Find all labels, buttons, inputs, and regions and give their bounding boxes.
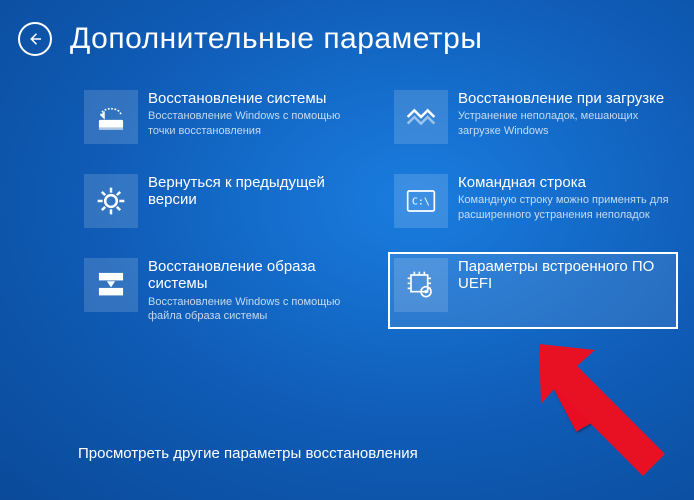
svg-text:C:\: C:\	[412, 196, 430, 207]
repair-icon	[394, 90, 448, 144]
tile-startup-repair[interactable]: Восстановление при загрузке Устранение н…	[388, 84, 678, 150]
tile-command-prompt[interactable]: C:\ Командная строка Командную строку мо…	[388, 168, 678, 234]
back-button[interactable]	[18, 22, 52, 56]
tile-uefi-settings[interactable]: Параметры встроенного ПО UEFI	[388, 252, 678, 329]
tile-title: Восстановление при загрузке	[458, 90, 670, 107]
tile-title: Параметры встроенного ПО UEFI	[458, 258, 670, 293]
page-title: Дополнительные параметры	[70, 22, 482, 56]
options-grid: Восстановление системы Восстановление Wi…	[0, 56, 694, 329]
disk-image-icon	[84, 258, 138, 312]
terminal-icon: C:\	[394, 174, 448, 228]
tile-system-restore[interactable]: Восстановление системы Восстановление Wi…	[78, 84, 368, 150]
tile-title: Командная строка	[458, 174, 670, 191]
tile-title: Восстановление системы	[148, 90, 360, 107]
tile-title: Вернуться к предыдущей версии	[148, 174, 360, 209]
arrow-left-icon	[26, 30, 44, 48]
tile-desc: Командную строку можно применять для рас…	[458, 193, 670, 222]
tile-desc: Устранение неполадок, мешающих загрузке …	[458, 109, 670, 138]
restore-icon	[84, 90, 138, 144]
tile-go-back[interactable]: Вернуться к предыдущей версии	[78, 168, 368, 234]
chip-icon	[394, 258, 448, 312]
red-arrow-annotation	[535, 340, 675, 480]
tile-desc: Восстановление Windows с помощью файла о…	[148, 295, 360, 324]
header: Дополнительные параметры	[0, 0, 694, 56]
more-options-link[interactable]: Просмотреть другие параметры восстановле…	[78, 445, 418, 462]
gear-icon	[84, 174, 138, 228]
tile-image-recovery[interactable]: Восстановление образа системы Восстановл…	[78, 252, 368, 329]
tile-title: Восстановление образа системы	[148, 258, 360, 293]
tile-desc: Восстановление Windows с помощью точки в…	[148, 109, 360, 138]
